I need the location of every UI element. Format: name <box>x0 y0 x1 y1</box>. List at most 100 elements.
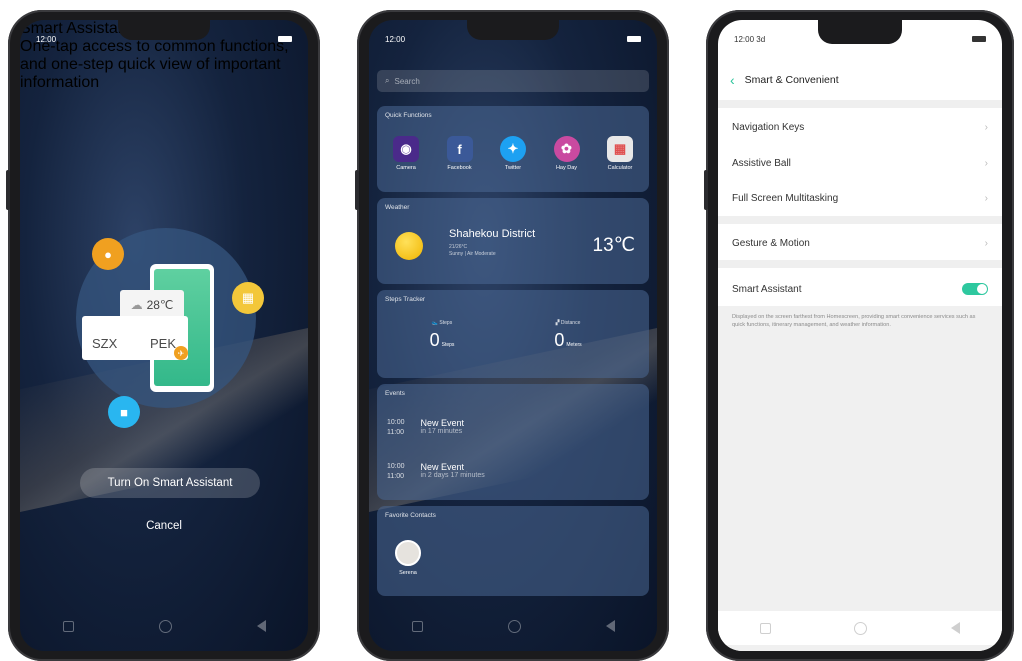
volume-button <box>704 170 708 210</box>
quick-app-twitter[interactable]: ✦ Twitter <box>488 136 538 171</box>
cancel-button[interactable]: Cancel <box>20 520 308 532</box>
app-label: Twitter <box>504 165 522 171</box>
volume-button <box>355 170 359 210</box>
contact-item[interactable]: Serena <box>395 540 421 576</box>
event-row[interactable]: 10:00 11:00 New Event in 17 minutes <box>387 418 639 438</box>
screen-intro: 12:00 Smart Assistant One-tap access to … <box>20 20 308 651</box>
header-bar: ‹ Smart & Convenient <box>730 72 839 88</box>
weather-temperature: 13℃ <box>592 235 635 256</box>
settings-item-full-screen-multitasking[interactable]: Full Screen Multitasking › <box>718 181 1002 215</box>
quick-functions-row: ◉ Camera f Facebook ✦ Twitter ✿ Hay Day … <box>381 136 645 171</box>
steps-value: 0 <box>429 330 440 350</box>
person-icon: ● <box>92 238 124 270</box>
phone-smart-assistant-intro: 12:00 Smart Assistant One-tap access to … <box>6 10 320 661</box>
screen-panel: 12:00 ⌕ Search Quick Functions ◉ Camera … <box>369 20 657 651</box>
volume-button <box>6 170 10 210</box>
phone-settings: 12:00 3d ‹ Smart & Convenient Navigation… <box>704 10 1014 661</box>
app-label: Calculator <box>607 165 633 171</box>
weather-card[interactable]: Weather Shahekou District 21/26°C Sunny … <box>377 198 649 284</box>
recent-apps-icon[interactable] <box>759 622 771 634</box>
section-divider <box>718 260 1002 268</box>
page-title: Smart & Convenient <box>744 74 839 86</box>
recent-apps-icon[interactable] <box>411 620 423 632</box>
event-title: New Event <box>420 462 465 472</box>
status-time: 12:00 <box>385 34 406 44</box>
briefcase-icon: ■ <box>108 396 140 428</box>
item-label: Gesture & Motion <box>732 237 810 249</box>
card-header: Events <box>385 390 405 397</box>
event-end: 11:00 <box>387 473 404 480</box>
temperature-label: 28℃ <box>146 298 174 312</box>
camera-icon: ◉ <box>393 136 419 162</box>
smart-assistant-toggle[interactable] <box>962 283 988 295</box>
event-title: New Event <box>420 418 465 428</box>
chevron-right-icon: › <box>984 121 988 133</box>
chevron-right-icon: › <box>984 192 988 204</box>
settings-item-smart-assistant[interactable]: Smart Assistant <box>718 272 1002 306</box>
distance-unit: Meters <box>566 342 582 348</box>
search-input[interactable]: ⌕ Search <box>377 70 649 92</box>
app-label: Hay Day <box>555 165 578 171</box>
settings-item-navigation-keys[interactable]: Navigation Keys › <box>718 110 1002 144</box>
facebook-icon: f <box>446 136 473 162</box>
section-divider <box>718 216 1002 224</box>
smart-assistant-description: Displayed on the screen farthest from Ho… <box>732 314 976 328</box>
settings-item-assistive-ball[interactable]: Assistive Ball › <box>718 146 1002 180</box>
status-time: 12:00 3d <box>734 34 766 44</box>
recent-apps-icon[interactable] <box>62 620 74 632</box>
card-header: Quick Functions <box>385 112 432 119</box>
from-code: SZX <box>92 336 118 351</box>
event-sub: in 17 minutes <box>420 428 463 435</box>
back-chevron-icon[interactable]: ‹ <box>730 72 735 88</box>
quick-app-hayday[interactable]: ✿ Hay Day <box>542 136 592 171</box>
battery-icon <box>627 36 641 42</box>
nav-bar <box>369 613 657 639</box>
chevron-right-icon: › <box>984 237 988 249</box>
quick-app-calculator[interactable]: ▦ Calculator <box>595 136 645 171</box>
calculator-icon: ▦ <box>607 136 633 162</box>
page-description: One-tap access to common functions, and … <box>20 38 289 91</box>
nav-bar <box>20 613 308 639</box>
event-start: 10:00 <box>387 463 405 470</box>
weather-details: 21/26°C Sunny | Air Moderate <box>449 244 496 258</box>
event-row[interactable]: 10:00 11:00 New Event in 2 days 17 minutes <box>387 462 639 482</box>
search-icon: ⌕ <box>385 76 390 85</box>
status-bar: 12:00 <box>385 32 641 46</box>
card-header: Weather <box>385 204 410 211</box>
quick-functions-card: Quick Functions ◉ Camera f Facebook ✦ Tw… <box>377 106 649 192</box>
sun-icon <box>395 232 423 260</box>
quick-app-facebook[interactable]: f Facebook <box>435 136 485 171</box>
distance-value: 0 <box>554 330 565 350</box>
card-header: Favorite Contacts <box>385 512 436 519</box>
status-bar: 12:00 <box>36 32 292 46</box>
quick-app-camera[interactable]: ◉ Camera <box>381 136 431 171</box>
distance-icon: ▞ <box>555 320 560 326</box>
steps-tracker-card[interactable]: Steps Tracker 👟 Steps 0 Steps ▞ Distance … <box>377 290 649 378</box>
home-icon[interactable] <box>854 621 868 635</box>
settings-background <box>718 292 1002 651</box>
chevron-right-icon: › <box>984 157 988 169</box>
status-bar: 12:00 3d <box>734 32 986 46</box>
events-card: Events 10:00 11:00 New Event in 17 minutes… <box>377 384 649 500</box>
app-label: Facebook <box>447 165 472 171</box>
turn-on-button[interactable]: Turn On Smart Assistant <box>80 468 260 498</box>
back-icon[interactable] <box>951 622 961 634</box>
steps-column: 👟 Steps 0 Steps <box>397 320 487 351</box>
steps-unit: Steps <box>441 342 455 348</box>
app-label: Camera <box>396 165 416 171</box>
settings-item-gesture-motion[interactable]: Gesture & Motion › <box>718 226 1002 260</box>
home-icon[interactable] <box>507 619 521 633</box>
screen-settings: 12:00 3d ‹ Smart & Convenient Navigation… <box>718 20 1002 651</box>
hayday-icon: ✿ <box>553 136 580 162</box>
back-icon[interactable] <box>256 620 266 632</box>
battery-icon <box>972 36 986 42</box>
back-icon[interactable] <box>605 620 615 632</box>
item-label: Smart Assistant <box>732 283 802 295</box>
assistant-illustration: ● ▦ ■ ☁ 28℃ SZX PEK ✈ <box>68 220 264 428</box>
home-icon[interactable] <box>158 619 172 633</box>
event-sub: in 2 days 17 minutes <box>420 472 485 479</box>
event-end: 11:00 <box>387 429 404 436</box>
plane-icon: ✈ <box>174 346 188 360</box>
calendar-icon: ▦ <box>232 282 264 314</box>
distance-label: Distance <box>560 320 581 326</box>
